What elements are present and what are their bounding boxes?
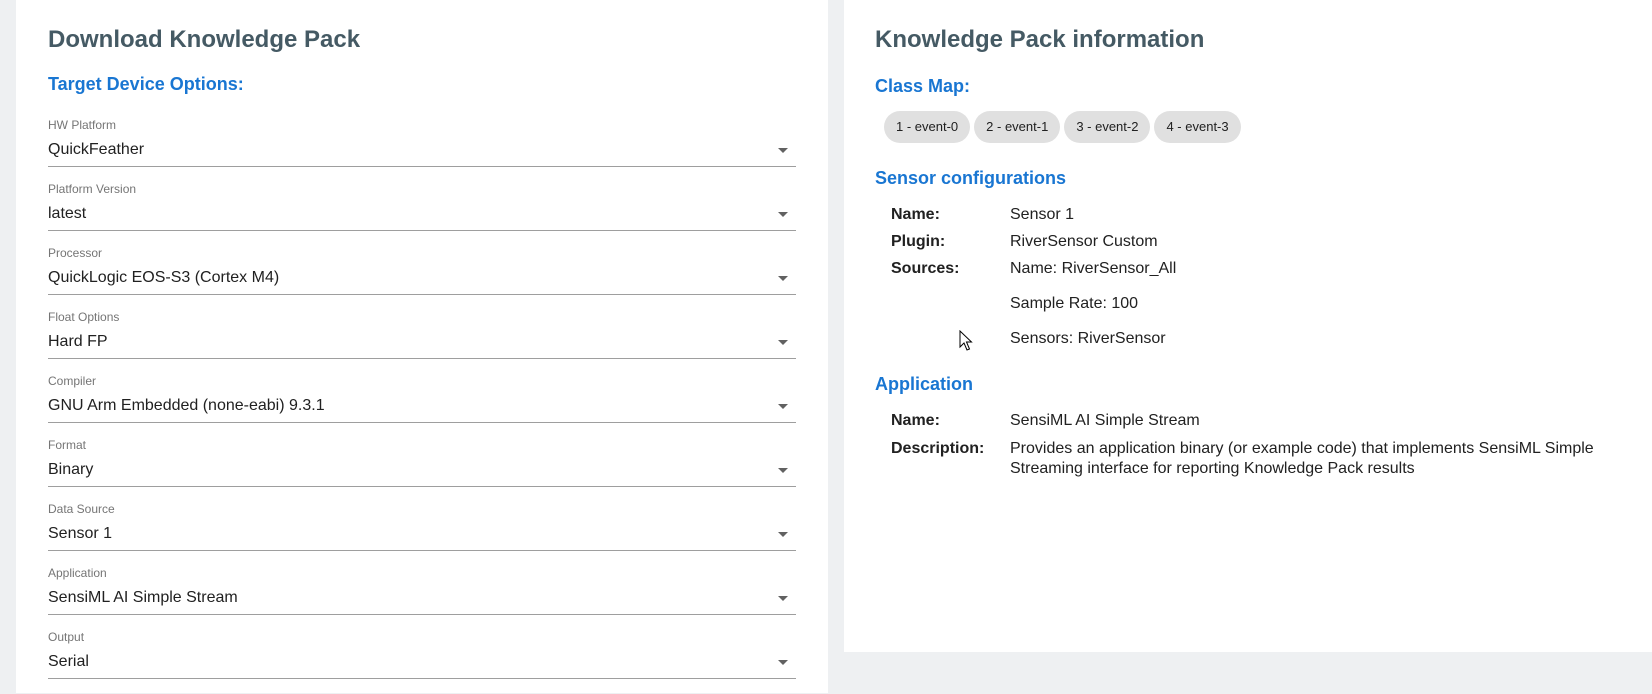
processor-value: QuickLogic EOS-S3 (Cortex M4) xyxy=(48,269,280,286)
sensor-configurations-title: Sensor configurations xyxy=(875,168,1067,188)
data-source-value: Sensor 1 xyxy=(48,525,113,542)
sensor-name-label: Name: xyxy=(891,206,940,223)
download-panel-title: Download Knowledge Pack xyxy=(48,26,361,53)
dropdown-arrow-icon xyxy=(778,532,788,537)
application-field: Application SensiML AI Simple Stream xyxy=(48,566,796,630)
dropdown-arrow-icon xyxy=(778,148,788,153)
sensor-name-value: Sensor 1 xyxy=(1010,206,1075,223)
application-label: Application xyxy=(48,566,107,580)
processor-label: Processor xyxy=(48,246,103,260)
dropdown-arrow-icon xyxy=(778,596,788,601)
output-label: Output xyxy=(48,630,85,644)
processor-field: Processor QuickLogic EOS-S3 (Cortex M4) xyxy=(48,246,796,310)
data-source-label: Data Source xyxy=(48,502,115,516)
application-select[interactable]: SensiML AI Simple Stream xyxy=(48,582,796,615)
class-map-chips: 1 - event-0 2 - event-1 3 - event-2 4 - eve… xyxy=(884,111,1245,143)
application-title: Application xyxy=(875,374,973,394)
sensor-plugin-label: Plugin: xyxy=(891,233,946,250)
hw-platform-field: HW Platform QuickFeather xyxy=(48,118,796,182)
sensor-plugin-value: RiverSensor Custom xyxy=(1010,233,1158,250)
platform-version-label: Platform Version xyxy=(48,182,137,196)
dropdown-arrow-icon xyxy=(778,340,788,345)
float-options-label: Float Options xyxy=(48,310,120,324)
data-source-field: Data Source Sensor 1 xyxy=(48,502,796,566)
data-source-select[interactable]: Sensor 1 xyxy=(48,518,796,551)
dropdown-arrow-icon xyxy=(778,660,788,665)
output-select[interactable]: Serial xyxy=(48,646,796,679)
format-label: Format xyxy=(48,438,87,452)
download-knowledge-pack-panel: Download Knowledge Pack Target Device Op… xyxy=(16,0,828,693)
dropdown-arrow-icon xyxy=(778,212,788,217)
hw-platform-value: QuickFeather xyxy=(48,141,145,158)
application-value: SensiML AI Simple Stream xyxy=(48,589,238,606)
processor-select[interactable]: QuickLogic EOS-S3 (Cortex M4) xyxy=(48,262,796,295)
format-select[interactable]: Binary xyxy=(48,454,796,487)
hw-platform-label: HW Platform xyxy=(48,118,117,132)
format-field: Format Binary xyxy=(48,438,796,502)
float-options-field: Float Options Hard FP xyxy=(48,310,796,374)
output-value: Serial xyxy=(48,653,89,670)
application-description-label: Description: xyxy=(891,440,985,457)
compiler-select[interactable]: GNU Arm Embedded (none-eabi) 9.3.1 xyxy=(48,390,796,423)
platform-version-value: latest xyxy=(48,205,87,222)
class-chip: 4 - event-3 xyxy=(1154,111,1241,143)
format-value: Binary xyxy=(48,461,94,478)
application-name-value: SensiML AI Simple Stream xyxy=(1010,412,1200,429)
mouse-cursor-icon xyxy=(959,330,973,351)
compiler-value: GNU Arm Embedded (none-eabi) 9.3.1 xyxy=(48,397,325,414)
dropdown-arrow-icon xyxy=(778,276,788,281)
platform-version-select[interactable]: latest xyxy=(48,198,796,231)
sensor-sources-label: Sources: xyxy=(891,260,960,277)
application-description-value: Provides an application binary (or examp… xyxy=(1010,440,1594,477)
class-chip: 3 - event-2 xyxy=(1064,111,1151,143)
sensor-sources-sample-rate: Sample Rate: 100 xyxy=(1010,295,1139,312)
knowledge-pack-info-panel: Knowledge Pack information Class Map: 1 … xyxy=(844,0,1652,652)
dropdown-arrow-icon xyxy=(778,468,788,473)
compiler-label: Compiler xyxy=(48,374,97,388)
output-field: Output Serial xyxy=(48,630,796,694)
float-options-value: Hard FP xyxy=(48,333,108,350)
compiler-field: Compiler GNU Arm Embedded (none-eabi) 9.… xyxy=(48,374,796,438)
sensor-sources-name: Name: RiverSensor_All xyxy=(1010,260,1177,277)
platform-version-field: Platform Version latest xyxy=(48,182,796,246)
class-map-title: Class Map: xyxy=(875,76,971,96)
target-device-options-title: Target Device Options: xyxy=(48,74,244,94)
class-chip: 2 - event-1 xyxy=(974,111,1061,143)
class-chip: 1 - event-0 xyxy=(884,111,971,143)
hw-platform-select[interactable]: QuickFeather xyxy=(48,134,796,167)
info-panel-title: Knowledge Pack information xyxy=(875,26,1205,53)
sensor-sources-sensors: Sensors: RiverSensor xyxy=(1010,330,1166,347)
dropdown-arrow-icon xyxy=(778,404,788,409)
float-options-select[interactable]: Hard FP xyxy=(48,326,796,359)
application-name-label: Name: xyxy=(891,412,940,429)
